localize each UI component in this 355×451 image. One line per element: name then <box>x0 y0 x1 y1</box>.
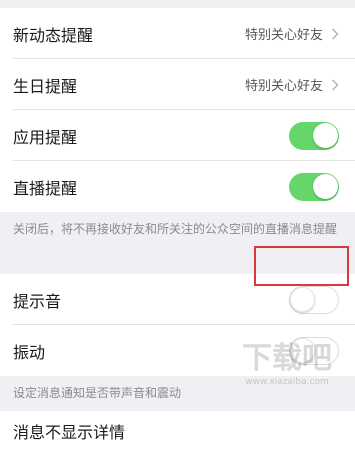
top-spacing <box>0 0 355 8</box>
notification-sound-toggle[interactable] <box>289 285 339 314</box>
row-new-activity-reminder[interactable]: 新动态提醒 特别关心好友 <box>0 8 355 59</box>
notification-sound-label: 提示音 <box>13 291 62 311</box>
new-activity-reminder-value: 特别关心好友 <box>244 28 323 43</box>
row-notification-sound: 提示音 <box>0 274 355 325</box>
live-reminder-toggle[interactable] <box>289 172 339 201</box>
vibration-toggle[interactable] <box>289 336 339 365</box>
new-activity-reminder-label: 新动态提醒 <box>13 25 94 45</box>
birthday-reminder-value: 特别关心好友 <box>244 79 323 94</box>
row-vibration: 振动 <box>0 325 355 376</box>
toggle-knob <box>290 286 315 312</box>
toggle-knob <box>290 337 315 363</box>
row-birthday-reminder[interactable]: 生日提醒 特别关心好友 <box>0 59 355 110</box>
row-hide-message-details[interactable]: 消息不显示详情 <box>0 411 355 451</box>
chevron-right-icon <box>331 78 339 91</box>
app-reminder-toggle[interactable] <box>289 121 339 150</box>
chevron-right-icon <box>331 27 339 40</box>
toggle-knob <box>312 123 338 148</box>
row-live-reminder: 直播提醒 <box>0 161 355 212</box>
birthday-reminder-label: 生日提醒 <box>13 76 78 96</box>
vibration-label: 振动 <box>13 342 46 362</box>
toggle-knob <box>312 174 338 199</box>
hide-message-details-label: 消息不显示详情 <box>13 423 126 442</box>
sound-note: 设定消息通知是否带声音和震动 <box>0 376 355 411</box>
app-reminder-label: 应用提醒 <box>13 127 78 147</box>
live-reminder-label: 直播提醒 <box>13 178 78 198</box>
row-app-reminder: 应用提醒 <box>0 110 355 161</box>
live-reminder-note: 关闭后，将不再接收好友和所关注的公众空间的直播消息提醒 <box>0 212 355 274</box>
